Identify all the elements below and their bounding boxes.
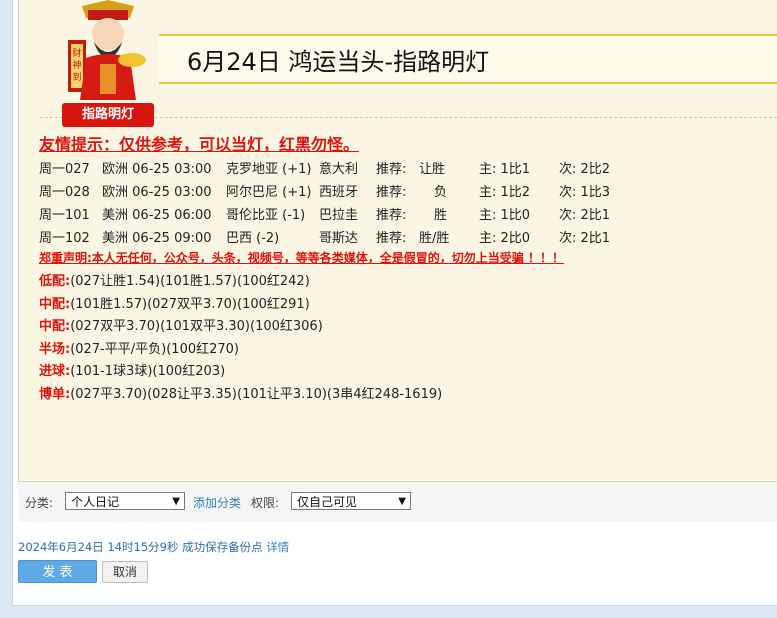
match-time: 06-25 03:00: [132, 185, 212, 200]
dropdown-arrow-icon: ▼: [172, 496, 180, 507]
match-id: 周一027: [39, 162, 90, 177]
pick-value: (027双平3.70)(101双平3.30)(100红306): [70, 319, 323, 335]
match-time: 06-25 03:00: [132, 162, 212, 177]
pick-value: (027平3.70)(028让平3.35)(101让平3.10)(3串4红248…: [70, 386, 443, 402]
alt-score: 次: 1比3: [559, 181, 610, 200]
pick-label: 博单:: [39, 386, 71, 402]
friendly-tip: 友情提示：仅供参考，可以当灯，红黑勿怪。: [39, 135, 360, 154]
main-value: 1比2: [500, 185, 531, 200]
match-league-time: 美洲 06-25 09:00: [102, 227, 212, 246]
main-score: 主: 1比0: [479, 204, 530, 223]
match-league-time: 欧洲 06-25 03:00: [102, 158, 212, 177]
main-score: 主: 2比0: [479, 227, 530, 246]
pick-row: 博单:(027平3.70)(028让平3.35)(101让平3.10)(3串4红…: [39, 383, 442, 406]
pick-label: 中配:: [39, 296, 71, 312]
mascot-scroll-char-2: 神: [72, 59, 81, 71]
match-away: 哥斯达: [319, 231, 359, 246]
pick-row: 中配:(101胜1.57)(027双平3.70)(100红291): [39, 293, 442, 316]
rec-value: 负: [434, 185, 448, 200]
rec-label: 推荐:: [376, 162, 407, 177]
match-away: 意大利: [319, 162, 359, 177]
match-league-time: 美洲 06-25 06:00: [102, 204, 212, 223]
match-home: 克罗地亚 (+1): [226, 162, 312, 177]
publish-button[interactable]: 发 表: [18, 560, 97, 583]
match-time: 06-25 09:00: [132, 231, 212, 246]
post-options-bar: 分类: 个人日记 ▼ 添加分类 权限: 仅自己可见 ▼: [18, 482, 777, 522]
match-time: 06-25 06:00: [132, 208, 212, 223]
category-select[interactable]: 个人日记 ▼: [65, 492, 185, 510]
rec-label: 推荐:: [376, 208, 407, 223]
match-id: 周一101: [39, 208, 90, 223]
permission-select[interactable]: 仅自己可见 ▼: [291, 492, 411, 510]
rec-value: 胜/胜: [419, 231, 450, 246]
main-score: 主: 1比1: [479, 158, 530, 177]
alt-value: 2比1: [580, 208, 611, 223]
save-status-text: 2024年6月24日 14时15分9秒 成功保存备份点: [18, 540, 263, 554]
category-value: 个人日记: [71, 495, 120, 509]
main-label: 主:: [479, 231, 497, 246]
match-id: 周一028: [39, 185, 90, 200]
pick-value: (101胜1.57)(027双平3.70)(100红291): [70, 296, 310, 312]
main-score: 主: 1比2: [479, 181, 530, 200]
main-value: 1比1: [500, 162, 531, 177]
rec-value: 胜: [434, 208, 448, 223]
match-away: 巴拉圭: [319, 208, 359, 223]
match-league: 美洲: [102, 208, 129, 223]
permission-label: 权限:: [251, 496, 280, 510]
pick-label: 中配:: [39, 319, 71, 335]
permission-value: 仅自己可见: [297, 495, 358, 509]
dropdown-arrow-icon: ▼: [398, 496, 406, 507]
pick-label: 半场:: [39, 341, 71, 357]
match-home: 阿尔巴尼 (+1): [226, 185, 312, 200]
main-value: 1比0: [500, 208, 531, 223]
rec-value: 让胜: [419, 162, 446, 177]
alt-score: 次: 2比1: [559, 227, 610, 246]
match-home: 巴西 (-2): [226, 231, 280, 246]
cancel-button[interactable]: 取消: [102, 561, 148, 583]
alt-value: 2比1: [580, 231, 611, 246]
add-category-link[interactable]: 添加分类: [193, 494, 241, 511]
match-away: 西班牙: [319, 185, 359, 200]
main-label: 主:: [479, 185, 497, 200]
alt-label: 次:: [559, 162, 577, 177]
match-id: 周一102: [39, 231, 90, 246]
pick-row: 半场:(027-平平/平负)(100红270): [39, 338, 442, 361]
pick-label: 低配:: [39, 274, 71, 289]
mascot-scroll-char-3: 到: [72, 71, 81, 83]
rec-label: 推荐:: [376, 185, 407, 200]
pick-row: 低配:(027让胜1.54)(101胜1.57)(100红242): [39, 270, 442, 293]
match-league: 欧洲: [102, 185, 129, 200]
match-home: 哥伦比亚 (-1): [226, 208, 306, 223]
disclaimer: 郑重声明:本人无任何，公众号，头条，视频号，等等各类媒体，全是假冒的，切勿上当受…: [39, 251, 564, 265]
alt-label: 次:: [559, 208, 577, 223]
main-value: 2比0: [500, 231, 531, 246]
match-league-time: 欧洲 06-25 03:00: [102, 181, 212, 200]
category-label: 分类:: [25, 496, 54, 510]
alt-score: 次: 2比2: [559, 158, 610, 177]
picks-list: 低配:(027让胜1.54)(101胜1.57)(100红242) 中配:(10…: [39, 270, 442, 406]
alt-value: 2比2: [580, 162, 611, 177]
alt-label: 次:: [559, 231, 577, 246]
match-league: 欧洲: [102, 162, 129, 177]
pick-value: (101-1球3球)(100红203): [70, 364, 226, 380]
match-league: 美洲: [102, 231, 129, 246]
pick-row: 进球:(101-1球3球)(100红203): [39, 360, 442, 383]
title-banner: 6月24日 鸿运当头-指路明灯: [159, 34, 777, 84]
save-status: 2024年6月24日 14时15分9秒 成功保存备份点 详情: [18, 539, 289, 555]
pick-value: (027让胜1.54)(101胜1.57)(100红242): [70, 274, 310, 289]
alt-score: 次: 2比1: [559, 204, 610, 223]
rec-label: 推荐:: [376, 231, 407, 246]
main-label: 主:: [479, 162, 497, 177]
post-title: 6月24日 鸿运当头-指路明灯: [187, 48, 490, 76]
save-detail-link[interactable]: 详情: [266, 540, 289, 554]
mascot-badge: 指路明灯: [62, 103, 154, 127]
pick-value: (027-平平/平负)(100红270): [70, 341, 240, 357]
main-label: 主:: [479, 208, 497, 223]
pick-label: 进球:: [39, 364, 71, 380]
alt-value: 1比3: [580, 185, 611, 200]
alt-label: 次:: [559, 185, 577, 200]
pick-row: 中配:(027双平3.70)(101双平3.30)(100红306): [39, 315, 442, 338]
mascot-scroll-char-1: 财: [72, 47, 81, 59]
